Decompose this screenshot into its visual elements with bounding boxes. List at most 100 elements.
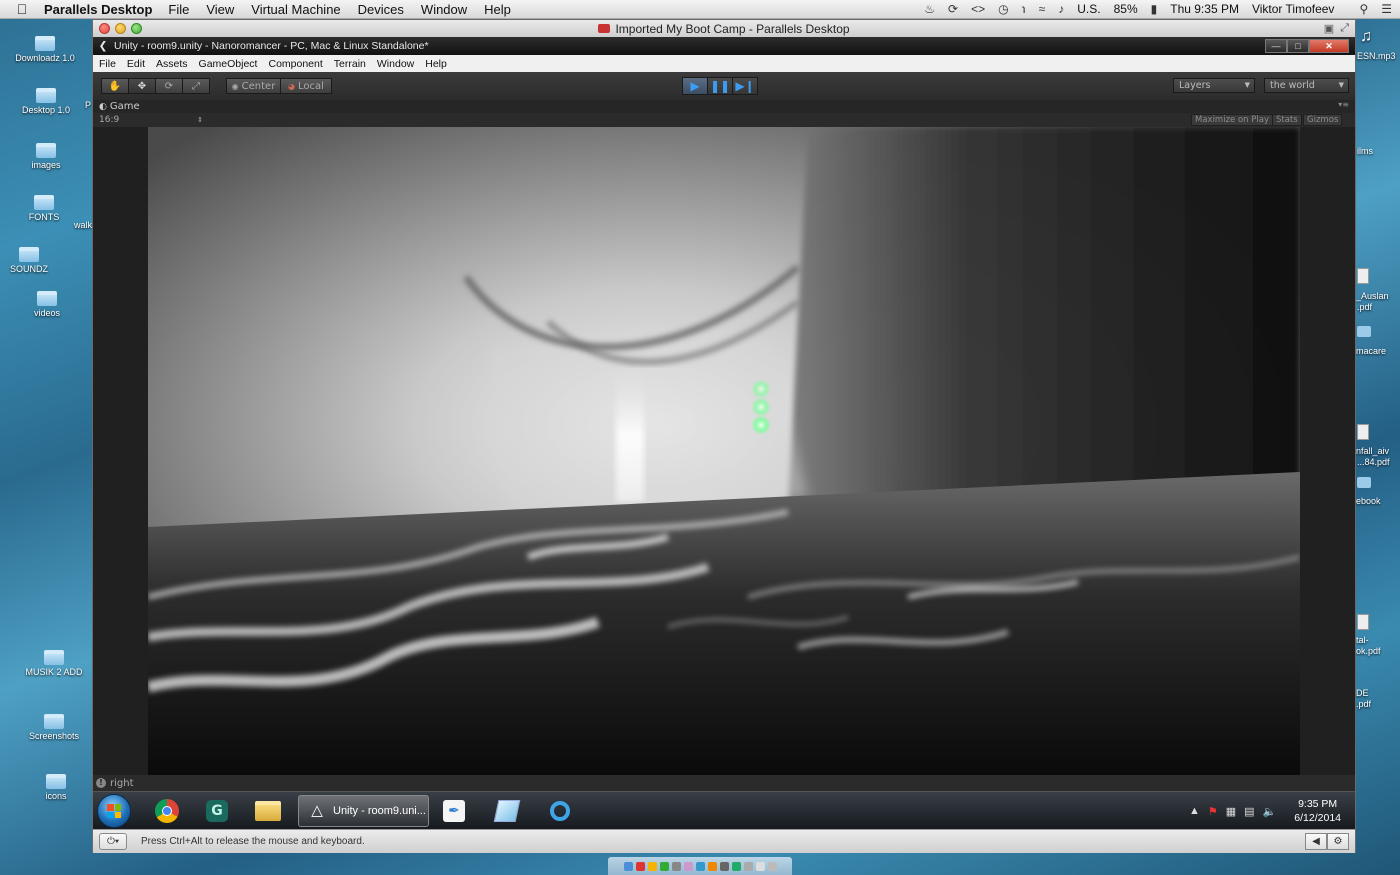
unity-menu-component[interactable]: Component <box>268 58 322 70</box>
coherence-icon[interactable]: ▣ <box>1324 22 1334 35</box>
unity-menu-terrain[interactable]: Terrain <box>334 58 366 70</box>
notification-center-icon[interactable]: ☰ <box>1381 2 1392 16</box>
unity-status-bar[interactable]: ! right <box>93 775 1355 791</box>
taskbar-chrome[interactable] <box>147 795 187 827</box>
desktop-music-file-icon[interactable]: ♫ <box>1360 28 1372 46</box>
time-machine-icon[interactable]: ◷ <box>998 2 1008 16</box>
dock-app-icon[interactable] <box>695 861 705 871</box>
back-icon[interactable]: ◀ <box>1305 833 1327 850</box>
notification-bell-icon[interactable]: ♨ <box>924 2 935 16</box>
power-menu-button[interactable]: ⏻▾ <box>99 833 127 850</box>
window-zoom-button[interactable] <box>131 23 142 34</box>
tray-network-icon[interactable]: ▤ <box>1244 805 1254 818</box>
play-button[interactable]: ▶ <box>682 77 708 95</box>
unity-menu-gameobject[interactable]: GameObject <box>199 58 258 70</box>
taskbar-app-spiral[interactable]: G <box>197 795 237 827</box>
dock-trash-icon[interactable] <box>767 861 777 871</box>
mac-user[interactable]: Viktor Timofeev <box>1252 2 1334 16</box>
desktop-folder-images[interactable]: images <box>6 143 86 170</box>
mac-app-name[interactable]: Parallels Desktop <box>44 2 152 17</box>
unity-menu-assets[interactable]: Assets <box>156 58 188 70</box>
mac-menu-devices[interactable]: Devices <box>358 2 404 17</box>
mac-menu-help[interactable]: Help <box>484 2 511 17</box>
dock-app-icon[interactable] <box>719 861 729 871</box>
layout-dropdown[interactable]: the world ▼ <box>1264 78 1349 93</box>
wifi-icon[interactable]: ≈ <box>1039 2 1046 16</box>
mac-clock[interactable]: Thu 9:35 PM <box>1170 2 1239 16</box>
tray-flag-icon[interactable]: ⚑ <box>1208 805 1218 818</box>
desktop-file-nfall[interactable]: nfall_aiv <box>1356 446 1389 456</box>
layers-dropdown[interactable]: Layers ▼ <box>1173 78 1255 93</box>
move-tool-button[interactable]: ✥ <box>128 78 156 94</box>
unity-titlebar[interactable]: ❮ Unity - room9.unity - Nanoromancer - P… <box>93 37 1355 55</box>
desktop-doc-icon[interactable] <box>1357 268 1369 284</box>
dock-app-icon[interactable] <box>743 861 753 871</box>
step-button[interactable]: ▶❙ <box>732 77 758 95</box>
dock-app-icon[interactable] <box>731 861 741 871</box>
dock-app-icon[interactable] <box>659 861 669 871</box>
desktop-file-ebook[interactable]: ebook <box>1356 496 1381 506</box>
dock-app-icon[interactable] <box>671 861 681 871</box>
window-minimize-button[interactable] <box>115 23 126 34</box>
unity-menu-window[interactable]: Window <box>377 58 414 70</box>
game-viewport[interactable] <box>148 127 1300 775</box>
desktop-file-films[interactable]: ilms <box>1357 146 1373 156</box>
mac-menu-virtual-machine[interactable]: Virtual Machine <box>251 2 340 17</box>
tray-volume-icon[interactable]: 🔈 <box>1263 805 1277 818</box>
mac-menu-file[interactable]: File <box>168 2 189 17</box>
apple-icon[interactable]:  <box>14 1 30 17</box>
unity-minimize-button[interactable]: — <box>1265 39 1287 53</box>
taskbar-app-quill[interactable]: ✒ <box>434 795 474 827</box>
sync-icon[interactable]: ⟳ <box>948 2 958 16</box>
taskbar-quicktime[interactable] <box>540 795 580 827</box>
pivot-center-toggle[interactable]: ◉ Center <box>226 78 281 94</box>
volume-icon[interactable]: ♪ <box>1058 2 1064 16</box>
unity-menu-edit[interactable]: Edit <box>127 58 145 70</box>
maximize-on-play-toggle[interactable]: Maximize on Play <box>1191 114 1273 126</box>
taskbar-explorer[interactable] <box>248 795 288 827</box>
unity-maximize-button[interactable]: □ <box>1287 39 1309 53</box>
desktop-folder-musik[interactable]: MUSIK 2 ADD <box>14 650 94 677</box>
parallels-titlebar[interactable]: Imported My Boot Camp - Parallels Deskto… <box>93 20 1355 38</box>
desktop-file-de[interactable]: DE <box>1356 688 1369 698</box>
bluetooth-icon[interactable]: ℩ <box>1022 2 1026 16</box>
desktop-folder-soundz[interactable]: SOUNDZ <box>0 247 69 274</box>
taskbar-unity[interactable]: △ Unity - room9.uni... <box>298 795 429 827</box>
dock-app-icon[interactable] <box>635 861 645 871</box>
stats-toggle[interactable]: Stats <box>1272 114 1302 126</box>
scale-tool-button[interactable]: ⤢ <box>182 78 210 94</box>
desktop-folder-fonts[interactable]: FONTS <box>4 195 84 222</box>
desktop-file-macare[interactable]: macare <box>1356 346 1386 356</box>
battery-percent[interactable]: 85% <box>1114 2 1138 16</box>
desktop-folder-fragment-2[interactable] <box>1357 477 1371 488</box>
desktop-file-tal[interactable]: tal- <box>1356 635 1369 645</box>
pivot-local-toggle[interactable]: ◕ Local <box>280 78 332 94</box>
gizmos-toggle[interactable]: Gizmos <box>1303 114 1343 126</box>
unity-menu-help[interactable]: Help <box>425 58 447 70</box>
tab-game[interactable]: ◐ Game <box>99 100 140 113</box>
spotlight-icon[interactable]: ⚲ <box>1359 2 1368 16</box>
desktop-folder-desktop[interactable]: Desktop 1.0 <box>6 88 86 115</box>
input-source-flag[interactable]: U.S. <box>1077 2 1100 16</box>
hand-tool-button[interactable]: ✋ <box>101 78 129 94</box>
windows-start-button[interactable] <box>97 794 131 828</box>
dock-app-icon[interactable] <box>683 861 693 871</box>
tab-menu-icon[interactable]: ▾≡ <box>1338 100 1349 109</box>
desktop-folder-videos[interactable]: videos <box>7 291 87 318</box>
desktop-folder-fragment[interactable] <box>1357 326 1371 337</box>
mac-menu-view[interactable]: View <box>206 2 234 17</box>
mac-menu-window[interactable]: Window <box>421 2 467 17</box>
pause-button[interactable]: ❚❚ <box>707 77 733 95</box>
desktop-file-auslan[interactable]: _Auslan <box>1356 291 1389 301</box>
unity-close-button[interactable]: ✕ <box>1309 39 1349 53</box>
code-brackets-icon[interactable]: <> <box>971 2 985 16</box>
rotate-tool-button[interactable]: ⟳ <box>155 78 183 94</box>
fullscreen-icon[interactable]: ⤢ <box>1340 22 1349 35</box>
unity-menu-file[interactable]: File <box>99 58 116 70</box>
dock-app-icon[interactable] <box>647 861 657 871</box>
tray-device-icon[interactable]: ▦ <box>1226 805 1236 818</box>
aspect-dropdown[interactable]: 16:9 ⇕ <box>99 113 203 127</box>
desktop-folder-screenshots[interactable]: Screenshots <box>14 714 94 741</box>
desktop-folder-downloadz[interactable]: Downloadz 1.0 <box>5 36 85 63</box>
taskbar-app-glass[interactable] <box>487 795 527 827</box>
